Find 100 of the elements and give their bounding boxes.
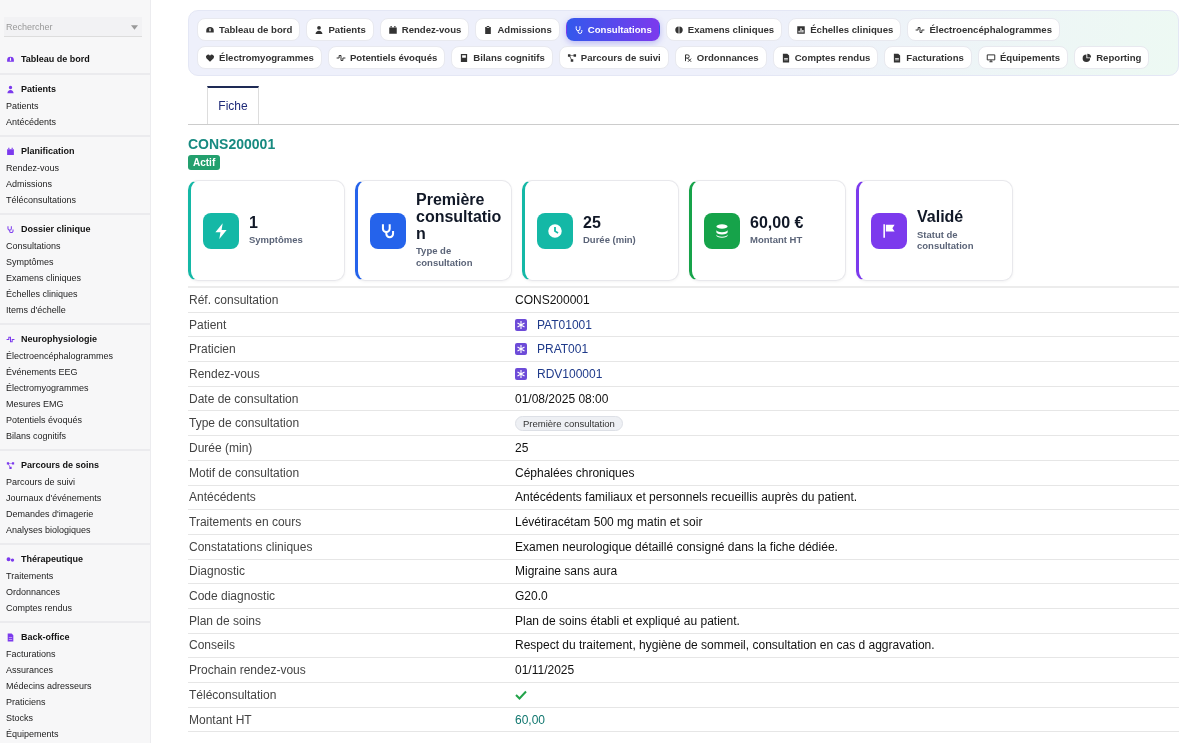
stethoscope-icon [6,224,15,234]
section-title[interactable]: Neurophysiologie [21,334,97,344]
person-icon [314,24,325,35]
search-field[interactable]: Rechercher [4,17,142,37]
flag-icon [880,221,898,240]
section-title[interactable]: Planification [21,146,75,156]
book-icon [459,52,470,63]
nav-button[interactable]: Examens cliniques [665,18,783,41]
calendar-icon [6,146,15,156]
field-label: Réf. consultation [188,292,280,307]
sidebar-item[interactable]: Événements EEG [0,364,150,380]
field-label: Durée (min) [188,440,254,455]
nav-button[interactable]: Rendez-vous [379,18,470,41]
sidebar-item[interactable]: Admissions [0,176,150,192]
sidebar-item[interactable]: Mesures EMG [0,396,150,412]
record-link[interactable]: PRAT001 [537,342,589,357]
stat-label: Symptômes [249,234,304,247]
stat-value: Validé [917,208,965,226]
nav-button[interactable]: Parcours de suivi [558,46,669,69]
sidebar-item[interactable]: Demandes d'imagerie [0,506,150,522]
sidebar-item[interactable]: Potentiels évoqués [0,412,150,428]
monitor-icon [985,52,996,63]
nav-button[interactable]: Électroencéphalogrammes [907,18,1060,41]
nav-button[interactable]: Patients [306,18,374,41]
section-title[interactable]: Dossier clinique [21,224,91,234]
sidebar-item[interactable]: Parcours de suivi [0,474,150,490]
heart-icon [205,52,215,63]
asterisk-icon [515,318,527,331]
nav-button[interactable]: Reporting [1074,46,1150,69]
section-title[interactable]: Tableau de bord [21,54,90,64]
stat-label: Montant HT [750,234,804,247]
nav-button[interactable]: Électromyogrammes [197,46,322,69]
type-tag: Première consultation [515,415,623,431]
sidebar-item[interactable]: Électromyogrammes [0,380,150,396]
sidebar-item[interactable]: Traitements [0,568,150,584]
network-icon [6,460,15,470]
stat-label: Type de consultation [416,245,474,270]
sidebar-item[interactable]: Antécédents [0,114,150,130]
chart-icon [796,24,807,35]
stat-value: Première consultation [416,191,503,243]
status-badge: Actif [188,155,221,170]
record-link[interactable]: PAT01001 [537,317,592,332]
sidebar-item[interactable]: Ordonnances [0,584,150,600]
sidebar-item[interactable]: Facturations [0,646,150,662]
tab[interactable]: Fiche [207,86,259,124]
asterisk-icon [515,367,527,380]
document-icon [780,52,791,63]
field-label: Code diagnostic [188,589,277,604]
field-value: Céphalées chroniques [515,465,635,480]
field-value: 01/11/2025 [515,663,575,678]
section-title[interactable]: Parcours de soins [21,460,100,470]
field-value: 25 [515,440,529,455]
nav-button[interactable]: Tableau de bord [197,18,301,41]
field-label: Date de consultation [188,391,300,406]
section-title[interactable]: Thérapeutique [21,554,83,564]
network-icon [566,52,577,63]
sidebar-item[interactable]: Électroencéphalogrammes [0,348,150,364]
sidebar-item[interactable]: Items d'échelle [0,302,150,318]
field-label: Antécédents [188,490,257,505]
sidebar-item[interactable]: Examens cliniques [0,270,150,286]
nav-button[interactable]: Bilans cognitifs [451,46,553,69]
sidebar-item[interactable]: Praticiens [0,694,150,710]
field-value: Examen neurologique détaillé consigné dans la fiche dédiée. [515,539,838,554]
nav-button[interactable]: Équipements [977,46,1069,69]
section-title[interactable]: Patients [21,84,56,94]
record-link[interactable]: RDV100001 [537,366,603,381]
sidebar-item[interactable]: Téléconsultations [0,192,150,208]
sidebar-item[interactable]: Consultations [0,238,150,254]
sidebar-item[interactable]: Équipements [0,726,150,742]
nav-button[interactable]: Ordonnances [674,46,767,69]
sidebar-item[interactable]: Patients [0,98,150,114]
prescription-icon [682,52,693,63]
sidebar-item[interactable]: Journaux d'événements [0,490,150,506]
sidebar-item[interactable]: Médecins adresseurs [0,678,150,694]
sidebar-item[interactable]: Comptes rendus [0,600,150,616]
sidebar-item[interactable]: Rendez-vous [0,160,150,176]
calendar-icon [387,24,398,35]
nav-button[interactable]: Échelles cliniques [788,18,902,41]
field-label: Téléconsultation [188,687,278,702]
nav-button[interactable]: Comptes rendus [772,46,879,69]
nav-button[interactable]: Potentiels évoqués [327,46,446,69]
nav-button[interactable]: Facturations [884,46,972,69]
nav-button[interactable]: Consultations [565,18,660,41]
sidebar-item[interactable]: Échelles cliniques [0,286,150,302]
sidebar-item[interactable]: Bilans cognitifs [0,428,150,444]
field-value: G20.0 [515,589,548,604]
sidebar-item[interactable]: Assurances [0,662,150,678]
field-value: Respect du traitement, hygiène de sommeil, consultation en cas d aggravation. [515,638,935,653]
section-title[interactable]: Back-office [21,632,70,642]
clock-icon [546,221,564,240]
person-icon [6,84,15,94]
nav-button[interactable]: Admissions [475,18,560,41]
sidebar-item[interactable]: Analyses biologiques [0,522,150,538]
clipboard-icon [483,24,494,35]
wave-icon [915,24,926,35]
sidebar-item[interactable]: Stocks [0,710,150,726]
sidebar-item[interactable]: Symptômes [0,254,150,270]
gauge-icon [6,54,15,64]
stethoscope-icon [379,221,397,240]
stethoscope-icon [573,24,584,35]
